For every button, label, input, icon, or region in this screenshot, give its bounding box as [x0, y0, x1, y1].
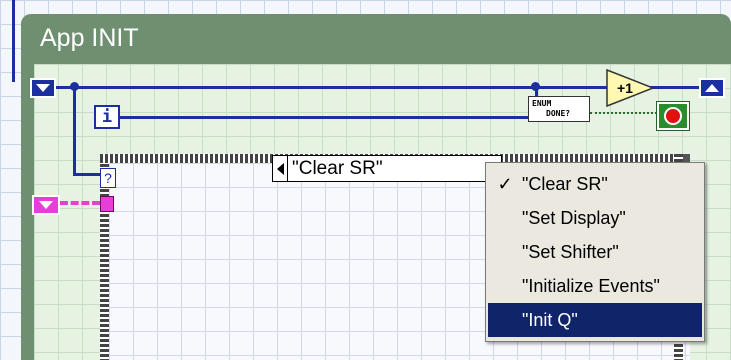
increment-node[interactable]: +1	[605, 68, 655, 108]
stop-condition-terminal[interactable]	[656, 101, 690, 131]
menu-item-initialize-events[interactable]: "Initialize Events"	[488, 269, 702, 303]
menu-item-label: "Set Display"	[522, 207, 626, 228]
case-selector-terminal[interactable]: ?	[100, 168, 116, 188]
increment-label: +1	[617, 80, 633, 96]
menu-item-set-display[interactable]: "Set Display"	[488, 201, 702, 235]
down-arrow-icon	[36, 84, 50, 92]
selected-case-text: "Clear SR"	[292, 157, 383, 179]
cluster-wire	[60, 201, 100, 205]
cluster-shift-register[interactable]	[32, 195, 60, 215]
iteration-terminal[interactable]: i	[94, 105, 120, 129]
cluster-tunnel[interactable]	[100, 196, 114, 212]
frame-title: App INIT	[40, 24, 139, 52]
shift-register-left[interactable]	[30, 78, 56, 98]
shift-register-right[interactable]	[699, 78, 725, 98]
menu-item-label: "Initialize Events"	[522, 275, 660, 296]
left-arrow-icon	[276, 162, 284, 175]
wire-branch-down	[73, 86, 76, 176]
wire-dot-right	[531, 82, 540, 91]
boolean-wire	[590, 112, 657, 114]
menu-item-label: "Init Q"	[522, 309, 578, 330]
check-icon: ✓	[497, 173, 513, 194]
menu-item-set-shifter[interactable]: "Set Shifter"	[488, 235, 702, 269]
wire-branch-right	[73, 173, 103, 176]
iteration-wire	[120, 116, 528, 119]
enum-constant[interactable]: ENUM DONE?	[528, 96, 590, 122]
menu-item-label: "Clear SR"	[522, 173, 608, 194]
menu-item-clear-sr[interactable]: ✓ "Clear SR"	[488, 167, 702, 201]
wire-dot-left	[70, 82, 79, 91]
wire-incoming	[12, 0, 15, 82]
case-dropdown-menu: ✓ "Clear SR" "Set Display" "Set Shifter"…	[485, 162, 705, 342]
down-arrow-icon	[39, 201, 53, 209]
enum-line-1: ENUM	[532, 99, 552, 108]
previous-case-button[interactable]	[273, 156, 288, 181]
stop-icon	[664, 107, 682, 125]
menu-item-label: "Set Shifter"	[522, 241, 619, 262]
case-selector-label[interactable]: "Clear SR"	[272, 155, 502, 182]
up-arrow-icon	[705, 84, 719, 92]
enum-line-2: DONE?	[546, 109, 571, 118]
menu-item-init-q[interactable]: "Init Q"	[488, 303, 702, 337]
shift-register-wire	[56, 86, 699, 89]
